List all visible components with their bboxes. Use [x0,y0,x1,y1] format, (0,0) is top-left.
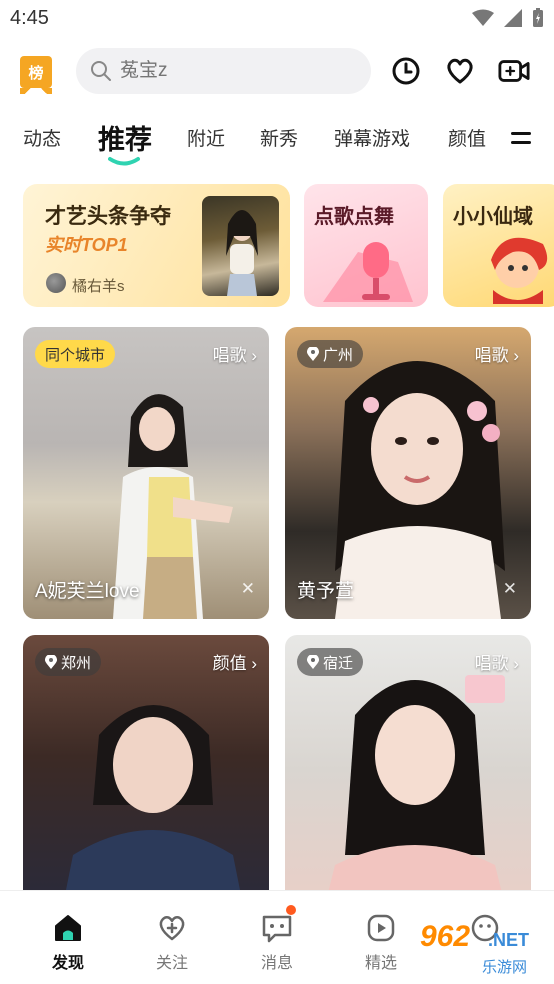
card-category-label: 唱歌 [474,654,509,673]
tab-dynamic[interactable]: 动态 [23,124,61,151]
card-category-label: 唱歌 [212,346,247,365]
banner-username: 橘右羊s [72,278,125,295]
nav-label: 消息 [260,955,293,972]
tab-danmaku-games[interactable]: 弹幕游戏 [334,124,410,151]
card-category-link[interactable]: 唱歌 › [475,649,519,674]
avatar [46,273,66,293]
live-room-card[interactable]: 宿迁 唱歌 › [285,635,531,905]
banner-talent-headline[interactable]: 才艺头条争夺 实时TOP1 橘右羊s [23,184,290,307]
ranking-badge-label: 榜 [28,64,44,82]
category-tabs: 动态 推荐 附近 新秀 弹幕游戏 颜值 [0,112,554,168]
search-input[interactable] [120,60,350,82]
card-category-label: 颜值 [212,654,247,673]
nav-follow[interactable]: 关注 [142,911,202,973]
banner-subtitle: 实时TOP1 [45,235,128,255]
nav-label: 发现 [51,955,84,972]
streamer-figure [63,705,243,905]
battery-icon [533,8,543,27]
home-icon [55,915,81,941]
cell-signal-icon [504,9,522,27]
banner-title: 小小仙域 [453,206,533,228]
location-tag: 广州 [297,340,364,368]
watermark-text: 乐游网 [482,959,528,976]
ranking-badge-button[interactable]: 榜 [20,56,52,94]
card-category-link[interactable]: 唱歌 › [213,341,257,366]
game-character-icon [491,237,548,304]
banner-title: 点歌点舞 [314,206,394,228]
location-name: 广州 [323,346,354,364]
search-icon [91,61,111,81]
favorite-button[interactable] [444,55,476,87]
card-category-link[interactable]: 颜值 › [213,649,257,674]
heart-icon [447,58,473,84]
location-tag: 宿迁 [297,648,364,676]
watermark-suffix: .NET [488,930,530,950]
go-live-button[interactable] [498,55,530,87]
dismiss-card-button[interactable]: ✕ [241,579,255,599]
more-tabs-button[interactable] [511,132,531,150]
tab-looks[interactable]: 颜值 [448,124,486,151]
dismiss-card-button[interactable]: ✕ [503,579,517,599]
location-name: 宿迁 [323,654,354,672]
wifi-icon [472,9,494,26]
nav-messages[interactable]: 消息 [247,905,307,973]
location-pin-icon [45,655,57,669]
history-button[interactable] [390,55,422,87]
menu-icon-bar [511,141,531,144]
active-tab-indicator [108,157,140,166]
banner-little-fairyland[interactable]: 小小仙域 [443,184,554,307]
banner-thumbnail [202,196,279,296]
location-pin-icon [307,655,319,669]
tab-recommend[interactable]: 推荐 [98,118,152,157]
nav-label: 关注 [155,955,188,972]
streamer-figure [226,210,258,296]
streamer-figure [325,675,505,905]
tab-nearby[interactable]: 附近 [187,124,225,151]
site-watermark: 962 .NET 乐游网 [414,918,550,980]
status-bar: 4:45 [0,0,554,38]
banner-title: 才艺头条争夺 [45,205,171,228]
menu-icon [511,132,531,135]
message-icon [262,915,292,943]
nav-discover[interactable]: 发现 [38,911,98,973]
card-category-label: 唱歌 [474,346,509,365]
streamer-name: A妮芙兰love [35,581,140,602]
nav-featured[interactable]: 精选 [351,911,411,973]
location-pin-icon [307,347,319,361]
location-tag: 郑州 [35,648,102,676]
card-category-link[interactable]: 唱歌 › [475,341,519,366]
streamer-name: 黄予萱 [297,581,355,602]
tab-new-stars[interactable]: 新秀 [260,124,298,151]
unread-badge [286,905,296,915]
play-icon [367,914,395,942]
status-time: 4:45 [10,7,49,29]
top-bar: 榜 [0,46,554,98]
live-room-card[interactable]: 同个城市 唱歌 › A妮芙兰love ✕ [23,327,269,619]
search-bar[interactable] [76,48,371,94]
heart-plus-icon [159,916,185,941]
nav-label: 精选 [364,955,397,972]
status-icons [472,8,544,28]
live-room-card[interactable]: 广州 唱歌 › 黄予萱 ✕ [285,327,531,619]
location-name: 郑州 [61,654,92,672]
same-city-tag: 同个城市 [35,340,116,368]
watermark-number: 962 [420,920,471,953]
history-icon [392,57,420,85]
live-room-card[interactable]: 郑州 颜值 › [23,635,269,905]
live-video-icon [498,60,530,82]
banner-song-dance-request[interactable]: 点歌点舞 [304,184,428,307]
microphone-icon [323,242,413,302]
